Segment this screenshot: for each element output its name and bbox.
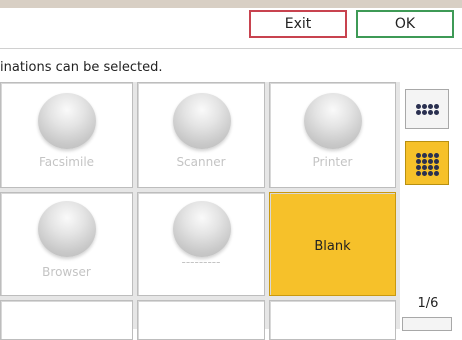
tile-row3-2[interactable] [137, 300, 265, 340]
exit-button[interactable]: Exit [249, 10, 347, 38]
function-grid: Facsimile Scanner Printer Browser ------… [0, 82, 400, 340]
sphere-icon [38, 93, 96, 149]
tile-row3-1[interactable] [0, 300, 133, 340]
large-grid-view-button[interactable] [405, 141, 449, 185]
tile-scanner[interactable]: Scanner [137, 82, 265, 188]
small-grid-icon [406, 90, 448, 128]
ok-button[interactable]: OK [356, 10, 454, 38]
tile-browser[interactable]: Browser [0, 192, 133, 296]
tile-printer[interactable]: Printer [269, 82, 396, 188]
small-grid-view-button[interactable] [405, 89, 449, 129]
large-grid-icon [406, 142, 448, 184]
tile-label: Blank [314, 239, 351, 254]
sphere-icon [38, 201, 96, 257]
tile-row3-3[interactable] [269, 300, 396, 340]
sphere-icon [173, 201, 231, 257]
page-indicator: 1/6 [417, 296, 439, 311]
sphere-icon [173, 93, 231, 149]
tile-label: Facsimile [38, 155, 95, 169]
tile-label: Scanner [176, 155, 226, 169]
tile-label: Printer [312, 155, 353, 169]
tile-empty-slot[interactable]: --------- [137, 192, 265, 296]
instruction-message: inations can be selected. [0, 60, 163, 75]
top-strip [0, 0, 462, 8]
tile-blank[interactable]: Blank [269, 192, 396, 296]
sphere-icon [304, 93, 362, 149]
tile-facsimile[interactable]: Facsimile [0, 82, 133, 188]
tile-label: Browser [42, 265, 91, 279]
tile-label: --------- [181, 255, 221, 269]
